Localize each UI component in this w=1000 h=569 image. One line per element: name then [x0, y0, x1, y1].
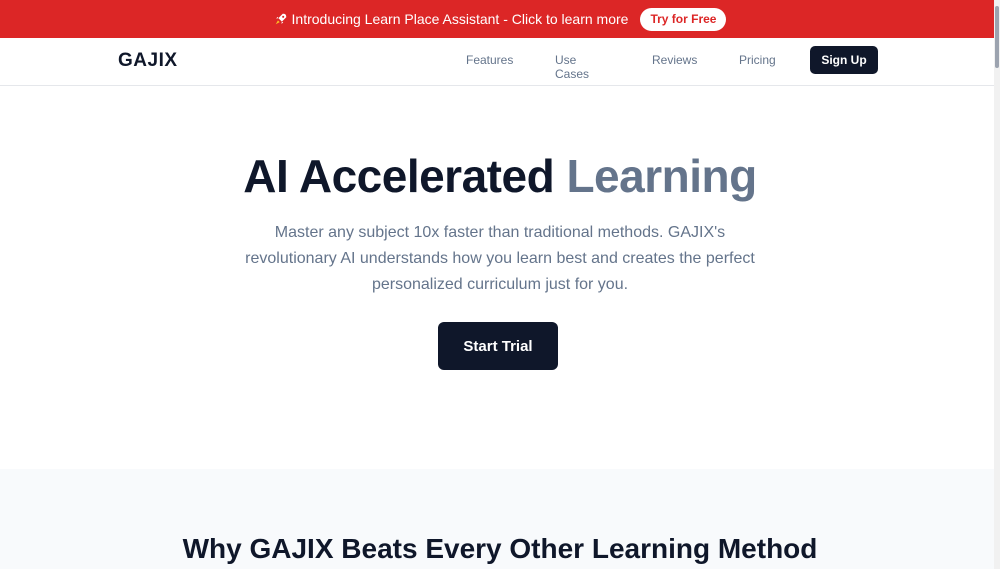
hero-title-main: AI Accelerated [243, 150, 555, 202]
rocket-icon [275, 13, 286, 25]
start-trial-button[interactable]: Start Trial [438, 322, 558, 370]
nav-link-reviews[interactable]: Reviews [652, 53, 697, 67]
why-section-title: Why GAJIX Beats Every Other Learning Met… [182, 533, 818, 564]
page-scrollbar[interactable] [994, 0, 1000, 569]
hero-title: AI Accelerated Learning [0, 149, 1000, 203]
try-for-free-button[interactable]: Try for Free [640, 7, 727, 31]
nav-link-use-cases[interactable]: Use Cases [555, 53, 589, 81]
sign-up-button[interactable]: Sign Up [810, 46, 878, 74]
navbar: GAJIX Features Use Cases Reviews Pricing… [0, 38, 1000, 86]
announcement-text: Introducing Learn Place Assistant - Clic… [291, 11, 629, 27]
hero-title-accent: Learning [566, 150, 757, 202]
scrollbar-thumb[interactable] [995, 6, 999, 68]
nav-link-features[interactable]: Features [466, 53, 513, 67]
why-section: Why GAJIX Beats Every Other Learning Met… [0, 469, 1000, 569]
announcement-link[interactable]: Introducing Learn Place Assistant - Clic… [274, 11, 629, 27]
hero-section: AI Accelerated Learning Master any subje… [0, 87, 1000, 469]
nav-link-pricing[interactable]: Pricing [739, 53, 776, 67]
logo[interactable]: GAJIX [118, 50, 178, 72]
hero-subtitle: Master any subject 10x faster than tradi… [245, 224, 755, 293]
announcement-bar: Introducing Learn Place Assistant - Clic… [0, 0, 1000, 38]
